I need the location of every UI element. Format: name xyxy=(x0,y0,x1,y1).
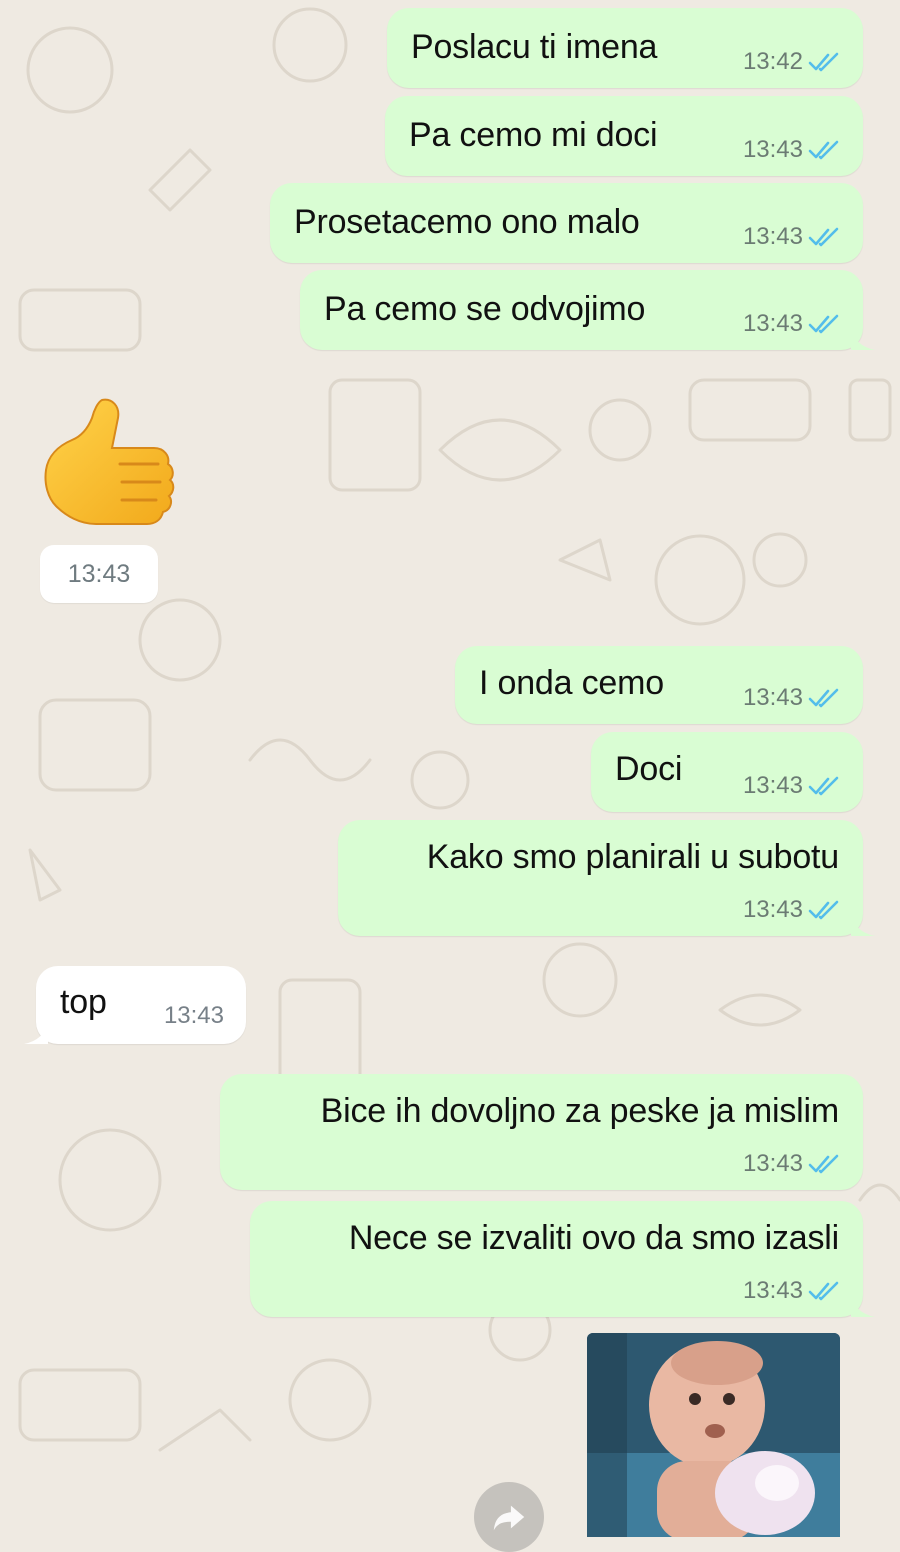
double-check-icon xyxy=(808,1154,839,1174)
outgoing-message[interactable]: Poslacu ti imena 13:42 xyxy=(387,8,863,88)
message-time: 13:43 xyxy=(163,1002,224,1029)
outgoing-message[interactable]: Prosetacemo ono malo 13:43 xyxy=(270,183,863,263)
double-check-icon xyxy=(808,1281,839,1301)
double-check-icon xyxy=(808,776,839,796)
message-meta: 13:43 xyxy=(743,136,841,164)
thumbs-up-icon[interactable] xyxy=(40,392,180,532)
video-thumbnail[interactable] xyxy=(587,1333,840,1537)
message-meta: 13:43 xyxy=(743,1150,841,1178)
chat-conversation[interactable]: Poslacu ti imena 13:42 Pa cemo mi doci 1… xyxy=(0,0,900,1552)
bubble-tail xyxy=(851,914,875,936)
message-meta: 13:43 xyxy=(743,772,841,800)
message-time: 13:43 xyxy=(742,223,803,250)
bubble-tail xyxy=(851,328,875,350)
bubble-tail xyxy=(851,1295,875,1317)
double-check-icon xyxy=(808,688,839,708)
forward-button[interactable] xyxy=(474,1482,544,1552)
message-text: Nece se izvaliti ovo da smo izasli xyxy=(348,1219,839,1257)
bubble-tail xyxy=(24,1022,48,1044)
message-time: 13:43 xyxy=(742,772,803,799)
message-meta: 13:43 xyxy=(164,1002,224,1030)
message-text: Pa cemo mi doci xyxy=(409,116,658,154)
outgoing-message[interactable]: Doci 13:43 xyxy=(591,732,863,812)
message-meta: 13:43 xyxy=(743,684,841,712)
double-check-icon xyxy=(808,314,839,334)
message-text: Doci xyxy=(615,750,683,788)
message-time: 13:43 xyxy=(742,310,803,337)
forward-icon xyxy=(493,1505,525,1531)
double-check-icon xyxy=(808,140,839,160)
baby-video-thumbnail xyxy=(587,1333,840,1537)
double-check-icon xyxy=(808,52,839,72)
message-text: Poslacu ti imena xyxy=(411,28,658,66)
incoming-message[interactable]: top 13:43 xyxy=(24,966,246,1044)
message-time: 13:43 xyxy=(40,545,158,603)
message-text: Kako smo planirali u subotu xyxy=(426,838,839,876)
outgoing-message[interactable]: Pa cemo se odvojimo 13:43 xyxy=(300,270,875,350)
outgoing-message[interactable]: Nece se izvaliti ovo da smo izasli 13:43 xyxy=(250,1201,875,1317)
message-time: 13:43 xyxy=(742,1150,803,1177)
outgoing-message[interactable]: Bice ih dovoljno za peske ja mislim 13:4… xyxy=(220,1074,863,1190)
message-meta: 13:43 xyxy=(743,896,841,924)
message-meta: 13:43 xyxy=(743,310,841,338)
double-check-icon xyxy=(808,227,839,247)
message-text: Pa cemo se odvojimo xyxy=(324,290,646,328)
message-time: 13:43 xyxy=(742,136,803,163)
message-meta: 13:42 xyxy=(743,48,841,76)
message-text: top xyxy=(60,983,107,1021)
outgoing-message[interactable]: I onda cemo 13:43 xyxy=(455,646,863,724)
message-time: 13:43 xyxy=(742,896,803,923)
message-time: 13:43 xyxy=(742,684,803,711)
message-text: I onda cemo xyxy=(479,664,664,702)
message-meta: 13:43 xyxy=(743,1277,841,1305)
message-text: Bice ih dovoljno za peske ja mislim xyxy=(320,1092,840,1130)
message-time: 13:43 xyxy=(742,1277,803,1304)
message-text: Prosetacemo ono malo xyxy=(294,203,640,241)
outgoing-message[interactable]: Pa cemo mi doci 13:43 xyxy=(385,96,863,176)
message-meta: 13:43 xyxy=(743,223,841,251)
message-time: 13:42 xyxy=(742,48,803,75)
outgoing-message[interactable]: Kako smo planirali u subotu 13:43 xyxy=(338,820,875,936)
double-check-icon xyxy=(808,900,839,920)
